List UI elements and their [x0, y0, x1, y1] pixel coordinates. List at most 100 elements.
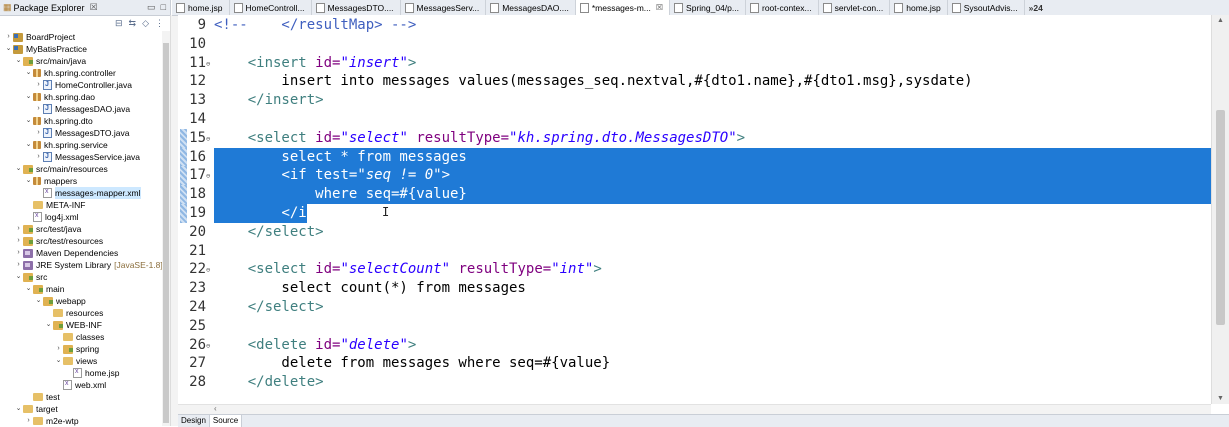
code-line[interactable]: 17 ⊖ <if test="seq != 0"> — [178, 166, 1211, 185]
editor-scrollbar-thumb[interactable] — [1216, 110, 1225, 325]
code-line[interactable]: 23 select count(*) from messages — [178, 279, 1211, 298]
editor-tab[interactable]: Spring_04/p... — [670, 0, 746, 15]
editor-tab[interactable]: MessagesServ... — [401, 0, 487, 15]
code-line[interactable]: 12 insert into messages values(messages_… — [178, 72, 1211, 91]
tab-source[interactable]: Source — [209, 415, 243, 427]
expanded-chevron-icon[interactable]: ⌄ — [24, 175, 33, 187]
collapsed-chevron-icon[interactable]: › — [54, 343, 63, 355]
collapsed-chevron-icon[interactable]: › — [14, 247, 23, 259]
expanded-chevron-icon[interactable]: ⌄ — [24, 91, 33, 103]
link-with-editor-icon[interactable]: ⇆ — [129, 18, 137, 29]
tree-item[interactable]: › MessagesDAO.java — [0, 103, 162, 115]
code-line[interactable]: 15 ⊖ <select id="select" resultType="kh.s… — [178, 129, 1211, 148]
tree-item[interactable]: ⌄ webapp — [0, 295, 162, 307]
tree-item[interactable]: › HomeController.java — [0, 79, 162, 91]
tree-item[interactable]: ⌄ src — [0, 271, 162, 283]
editor-tab[interactable]: servlet-con... — [819, 0, 891, 15]
scroll-left-icon[interactable]: ‹ — [214, 404, 217, 413]
code-line[interactable]: 25 — [178, 317, 1211, 336]
close-tab-icon[interactable]: ☒ — [656, 3, 663, 12]
collapsed-chevron-icon[interactable]: › — [34, 151, 43, 163]
tree-item[interactable]: › BoardProject — [0, 31, 162, 43]
tree-item[interactable]: › MessagesDTO.java — [0, 127, 162, 139]
expanded-chevron-icon[interactable]: ⌄ — [14, 271, 23, 283]
expanded-chevron-icon[interactable]: ⌄ — [14, 163, 23, 175]
tree-item[interactable]: › src/test/resources — [0, 235, 162, 247]
expanded-chevron-icon[interactable]: ⌄ — [24, 283, 33, 295]
close-icon[interactable]: ☒ — [90, 2, 98, 13]
tree-item[interactable]: ⌄ MyBatisPractice — [0, 43, 162, 55]
maximize-icon[interactable]: □ — [161, 2, 166, 13]
code-line[interactable]: 19 </if> — [178, 204, 1211, 223]
code-line[interactable]: 14 — [178, 110, 1211, 129]
code-line[interactable]: 20 </select> — [178, 223, 1211, 242]
collapsed-chevron-icon[interactable]: › — [14, 223, 23, 235]
tree-item[interactable]: test — [0, 391, 162, 403]
editor-tab[interactable]: MessagesDTO.... — [312, 0, 401, 15]
tree-item[interactable]: messages-mapper.xml — [0, 186, 162, 199]
tree-item[interactable]: ⌄ WEB-INF — [0, 319, 162, 331]
tree-item[interactable]: ⌄ mappers — [0, 175, 162, 187]
expanded-chevron-icon[interactable]: ⌄ — [54, 355, 63, 367]
tree-item[interactable]: ⌄ kh.spring.service — [0, 139, 162, 151]
code-line[interactable]: 24 </select> — [178, 298, 1211, 317]
code-line[interactable]: 11 ⊖ <insert id="insert"> — [178, 54, 1211, 73]
collapsed-chevron-icon[interactable]: › — [34, 127, 43, 139]
editor-tab[interactable]: MessagesDAO.... — [486, 0, 576, 15]
tab-design[interactable]: Design — [178, 415, 210, 427]
tree-item[interactable]: › m2e-wtp — [0, 415, 162, 426]
tree-item[interactable]: › spring — [0, 343, 162, 355]
editor-tab[interactable]: HomeControll... — [230, 0, 312, 15]
expanded-chevron-icon[interactable]: ⌄ — [24, 139, 33, 151]
tree-item[interactable]: › Maven Dependencies — [0, 247, 162, 259]
collapsed-chevron-icon[interactable]: › — [24, 415, 33, 426]
code-line[interactable]: 18 where seq=#{value} — [178, 185, 1211, 204]
explorer-scrollbar-thumb[interactable] — [163, 43, 169, 423]
code-line[interactable]: 16 select * from messages — [178, 148, 1211, 167]
collapsed-chevron-icon[interactable]: › — [34, 103, 43, 115]
code-line[interactable]: 22 ⊖ <select id="selectCount" resultType=… — [178, 260, 1211, 279]
view-menu-icon[interactable]: ⋮ — [155, 18, 164, 29]
explorer-scrollbar[interactable] — [162, 31, 170, 426]
tree-item[interactable]: ⌄ target — [0, 403, 162, 415]
editor-tab[interactable]: home.jsp — [172, 0, 230, 15]
tree-item[interactable]: ⌄ main — [0, 283, 162, 295]
expanded-chevron-icon[interactable]: ⌄ — [4, 43, 13, 55]
editor-tab[interactable]: SysoutAdvis... — [948, 0, 1025, 15]
code-line[interactable]: 26 ⊖ <delete id="delete"> — [178, 336, 1211, 355]
expanded-chevron-icon[interactable]: ⌄ — [14, 55, 23, 67]
code-line[interactable]: 28 </delete> — [178, 373, 1211, 392]
expanded-chevron-icon[interactable]: ⌄ — [24, 115, 33, 127]
tree-item[interactable]: resources — [0, 307, 162, 319]
expanded-chevron-icon[interactable]: ⌄ — [14, 403, 23, 415]
editor-tab[interactable]: home.jsp — [890, 0, 948, 15]
tree-item[interactable]: ⌄ kh.spring.controller — [0, 67, 162, 79]
tab-overflow-button[interactable]: »24 — [1025, 0, 1049, 15]
collapse-all-icon[interactable]: ⊟ — [115, 18, 123, 29]
code-line[interactable]: 10 — [178, 35, 1211, 54]
code-line[interactable]: 13 </insert> — [178, 91, 1211, 110]
tree-item[interactable]: › src/test/java — [0, 223, 162, 235]
collapsed-chevron-icon[interactable]: › — [4, 31, 13, 43]
scroll-down-icon[interactable]: ▼ — [1217, 395, 1224, 402]
code-line[interactable]: 9 <!-- </resultMap> --> — [178, 16, 1211, 35]
expanded-chevron-icon[interactable]: ⌄ — [44, 319, 53, 331]
tree-item[interactable]: ⌄ views — [0, 355, 162, 367]
expanded-chevron-icon[interactable]: ⌄ — [34, 295, 43, 307]
tree-item[interactable]: classes — [0, 331, 162, 343]
focus-icon[interactable]: ◇ — [142, 18, 149, 29]
tree-item[interactable]: ⌄ src/main/java — [0, 55, 162, 67]
tree-item[interactable]: web.xml — [0, 378, 162, 391]
code-line[interactable]: 27 delete from messages where seq=#{valu… — [178, 354, 1211, 373]
tree-item[interactable]: ⌄ kh.spring.dto — [0, 115, 162, 127]
tree-item[interactable]: ⌄ kh.spring.dao — [0, 91, 162, 103]
tree-item[interactable]: › MessagesService.java — [0, 151, 162, 163]
package-explorer-title-wrap[interactable]: ▦ Package Explorer ☒ — [0, 2, 98, 13]
collapsed-chevron-icon[interactable]: › — [14, 259, 23, 271]
collapsed-chevron-icon[interactable]: › — [14, 235, 23, 247]
tree-item[interactable]: log4j.xml — [0, 210, 162, 223]
code-line[interactable]: 21 — [178, 242, 1211, 261]
tree-item[interactable]: META-INF — [0, 199, 162, 211]
tree-item[interactable]: home.jsp — [0, 366, 162, 379]
xml-source-editor[interactable]: 9 <!-- </resultMap> --> 10 11 ⊖ <insert id="… — [178, 15, 1211, 404]
